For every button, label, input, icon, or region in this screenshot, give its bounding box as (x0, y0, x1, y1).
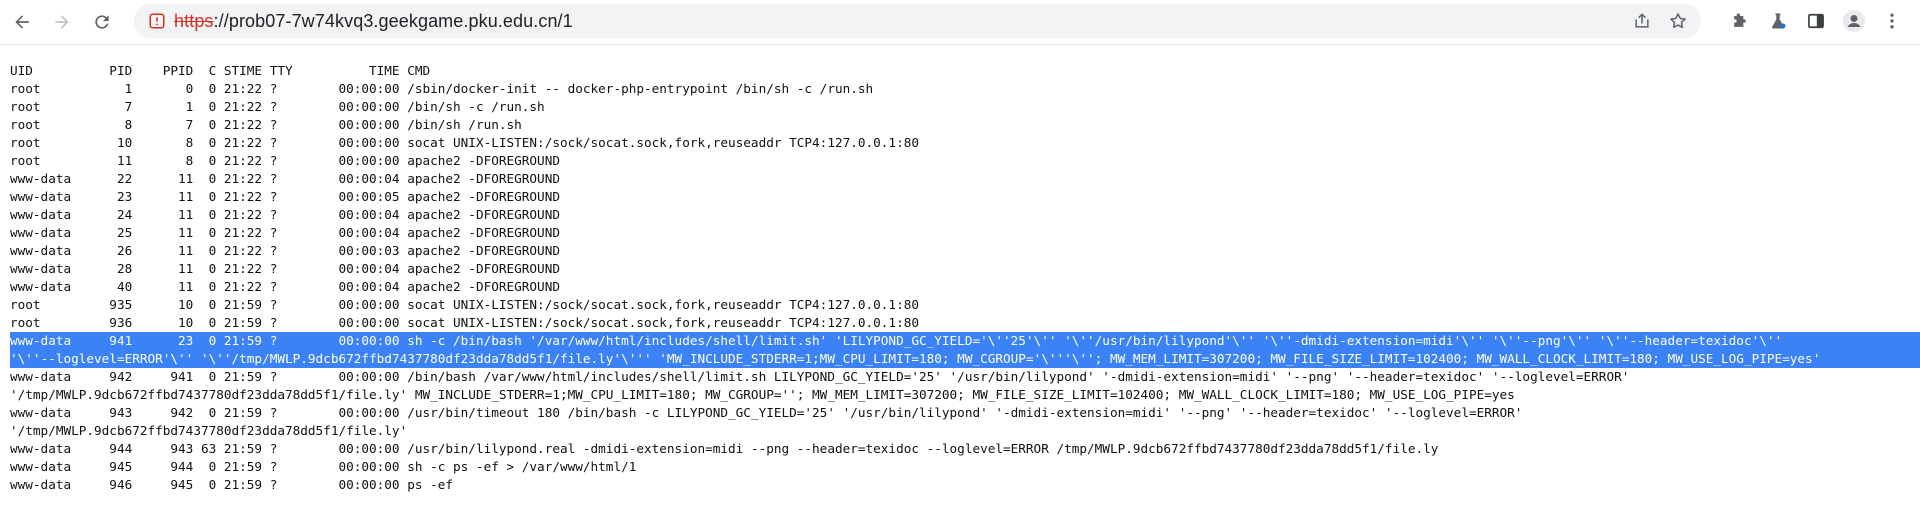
menu-button[interactable] (1876, 5, 1908, 37)
forward-button[interactable] (44, 4, 80, 40)
ps-line: www-data 941 23 0 21:59 ? 00:00:00 sh -c… (10, 332, 1920, 350)
browser-toolbar: https://prob07-7w74kvq3.geekgame.pku.edu… (0, 0, 1920, 45)
not-secure-icon[interactable] (148, 12, 166, 30)
profile-icon (1843, 10, 1865, 32)
arrow-left-icon (15, 15, 29, 29)
ps-line: '\''--loglevel=ERROR'\'' '\''/tmp/MWLP.9… (10, 350, 1920, 368)
ps-output: UID PID PPID C STIME TTY TIME CMD root 1 … (10, 62, 1920, 494)
url-scheme: https (174, 10, 214, 31)
share-icon (1635, 13, 1649, 28)
ps-line: www-data 26 11 0 21:22 ? 00:00:03 apache… (10, 243, 560, 258)
bookmark-button[interactable] (1663, 6, 1693, 36)
ps-line: root 1 0 0 21:22 ? 00:00:00 /sbin/docker… (10, 81, 874, 96)
address-bar[interactable]: https://prob07-7w74kvq3.geekgame.pku.edu… (134, 4, 1701, 38)
reload-button[interactable] (84, 4, 120, 40)
ps-line: root 11 8 0 21:22 ? 00:00:00 apache2 -DF… (10, 153, 560, 168)
ps-line: www-data 946 945 0 21:59 ? 00:00:00 ps -… (10, 477, 454, 492)
star-icon (1670, 13, 1686, 29)
ps-line: '/tmp/MWLP.9dcb672ffbd7437780df23dda78dd… (10, 387, 1515, 402)
reload-icon (95, 15, 109, 29)
ps-line: '/tmp/MWLP.9dcb672ffbd7437780df23dda78dd… (10, 423, 408, 438)
share-button[interactable] (1627, 6, 1657, 36)
extensions-button[interactable] (1724, 5, 1756, 37)
kebab-menu-icon (1890, 13, 1894, 29)
side-panel-button[interactable] (1800, 5, 1832, 37)
ps-line: www-data 24 11 0 21:22 ? 00:00:04 apache… (10, 207, 560, 222)
url-text[interactable]: https://prob07-7w74kvq3.geekgame.pku.edu… (174, 11, 573, 32)
puzzle-icon (1734, 13, 1746, 27)
url-rest: ://prob07-7w74kvq3.geekgame.pku.edu.cn/1 (213, 10, 573, 31)
profile-button[interactable] (1838, 5, 1870, 37)
back-button[interactable] (4, 4, 40, 40)
arrow-right-icon (55, 15, 69, 29)
ps-line: www-data 942 941 0 21:59 ? 00:00:00 /bin… (10, 369, 1630, 384)
ps-line: root 8 7 0 21:22 ? 00:00:00 /bin/sh /run… (10, 117, 522, 132)
ps-line: www-data 40 11 0 21:22 ? 00:00:04 apache… (10, 279, 560, 294)
flask-icon (1772, 13, 1786, 29)
ps-line: root 10 8 0 21:22 ? 00:00:00 socat UNIX-… (10, 135, 919, 150)
ps-line: root 935 10 0 21:59 ? 00:00:00 socat UNI… (10, 297, 919, 312)
ps-header: UID PID PPID C STIME TTY TIME CMD (10, 63, 431, 78)
ps-line: www-data 945 944 0 21:59 ? 00:00:00 sh -… (10, 459, 637, 474)
labs-button[interactable] (1762, 5, 1794, 37)
ps-line: www-data 943 942 0 21:59 ? 00:00:00 /usr… (10, 405, 1523, 420)
ps-line: root 7 1 0 21:22 ? 00:00:00 /bin/sh -c /… (10, 99, 545, 114)
ps-line: root 936 10 0 21:59 ? 00:00:00 socat UNI… (10, 315, 919, 330)
side-panel-icon (1808, 13, 1824, 29)
ps-line: www-data 22 11 0 21:22 ? 00:00:04 apache… (10, 171, 560, 186)
ps-line: www-data 25 11 0 21:22 ? 00:00:04 apache… (10, 225, 560, 240)
ps-line: www-data 23 11 0 21:22 ? 00:00:05 apache… (10, 189, 560, 204)
ps-line: www-data 28 11 0 21:22 ? 00:00:04 apache… (10, 261, 560, 276)
ps-line: www-data 944 943 63 21:59 ? 00:00:00 /us… (10, 441, 1439, 456)
page-content: UID PID PPID C STIME TTY TIME CMD root 1 … (10, 62, 1920, 494)
